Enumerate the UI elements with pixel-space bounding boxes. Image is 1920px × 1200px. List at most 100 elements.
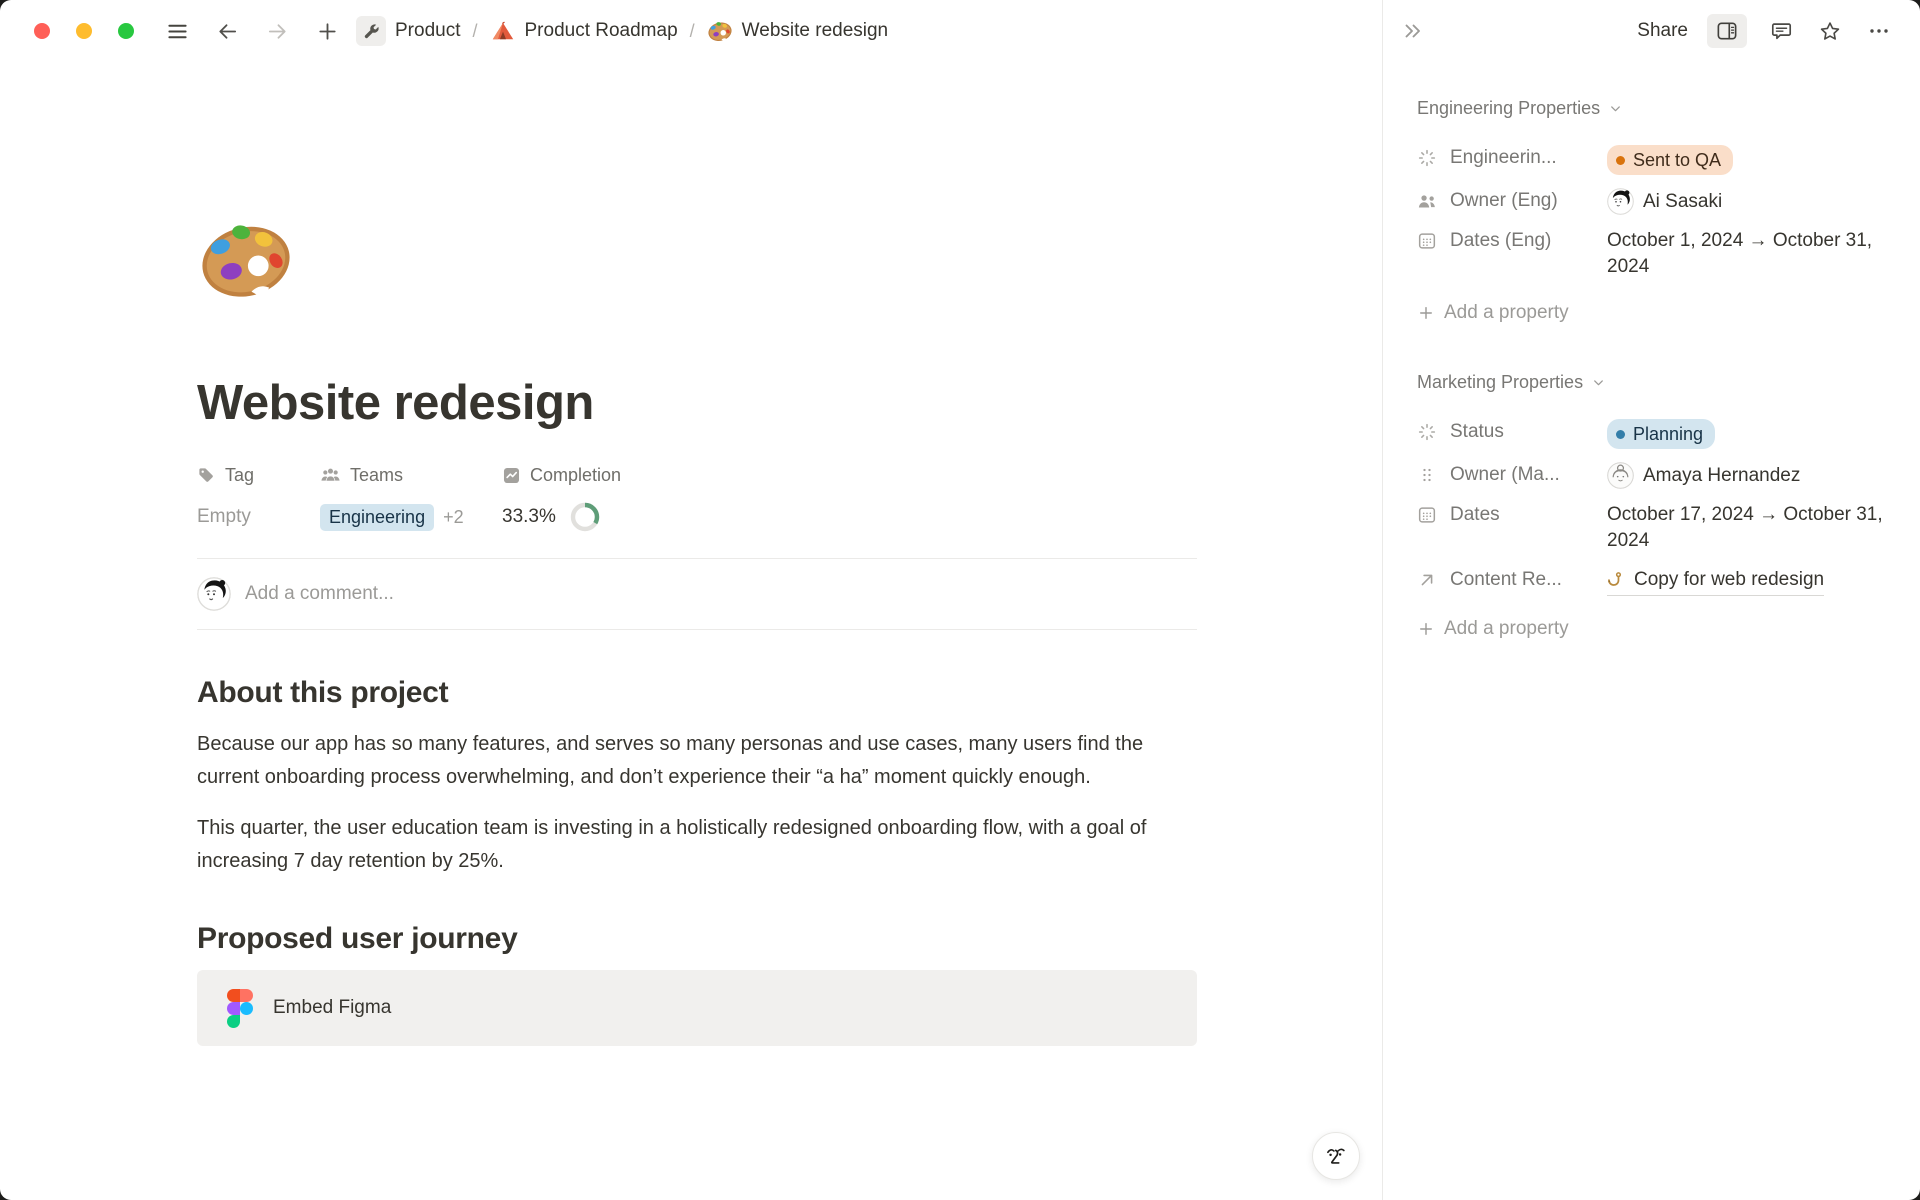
tag-property-value[interactable]: Empty bbox=[197, 502, 320, 532]
property-label: Dates (Eng) bbox=[1450, 228, 1598, 254]
more-options-icon[interactable] bbox=[1864, 14, 1894, 48]
calendar-icon bbox=[1417, 228, 1441, 254]
status-dot bbox=[1616, 430, 1625, 439]
embed-figma-label: Embed Figma bbox=[273, 997, 391, 1019]
people-icon bbox=[1417, 188, 1441, 214]
window-topbar: Product / Product Roadmap / Website rede… bbox=[0, 0, 1382, 62]
forward-arrow-icon[interactable] bbox=[264, 18, 290, 44]
marketing-properties-header[interactable]: Marketing Properties bbox=[1417, 372, 1892, 393]
main-column: Product / Product Roadmap / Website rede… bbox=[0, 0, 1382, 1200]
panel-body: Engineering Properties Engineerin... Sen… bbox=[1383, 62, 1920, 640]
calendar-icon bbox=[1417, 502, 1441, 528]
divider bbox=[197, 629, 1197, 630]
property-row-dates-eng[interactable]: Dates (Eng) October 1, 2024 → October 31… bbox=[1417, 215, 1892, 280]
collapse-panel-icon[interactable] bbox=[1401, 19, 1425, 43]
share-button[interactable]: Share bbox=[1637, 20, 1688, 42]
ai-sasaki-avatar bbox=[1607, 188, 1634, 215]
add-property-button[interactable]: Add a property bbox=[1417, 618, 1892, 640]
comment-bubble-icon bbox=[1770, 20, 1793, 42]
tag-property-label[interactable]: Tag bbox=[197, 465, 320, 486]
property-row-owner-eng[interactable]: Owner (Eng) Ai Sasaki bbox=[1417, 175, 1892, 215]
property-row-owner-marketing[interactable]: Owner (Ma... Amaya Hernandez bbox=[1417, 449, 1892, 489]
status-dot bbox=[1616, 156, 1625, 165]
breadcrumb-item-website-redesign[interactable]: Website redesign bbox=[707, 18, 888, 44]
close-window-button[interactable] bbox=[34, 23, 50, 39]
property-row-dates[interactable]: Dates October 17, 2024 → October 31, 202… bbox=[1417, 489, 1892, 554]
add-property-button[interactable]: Add a property bbox=[1417, 302, 1892, 324]
property-row-status[interactable]: Status Planning bbox=[1417, 393, 1892, 449]
date-range-value[interactable]: October 1, 2024 → October 31, 2024 bbox=[1607, 228, 1892, 280]
add-comment-row[interactable]: Add a comment... bbox=[197, 559, 1197, 629]
page-icon-palette[interactable] bbox=[197, 210, 295, 308]
favorite-star-icon[interactable] bbox=[1815, 14, 1845, 48]
property-label: Owner (Ma... bbox=[1450, 462, 1598, 488]
wrench-page-icon bbox=[356, 16, 386, 46]
completion-property-value[interactable]: 33.3% bbox=[502, 502, 1197, 532]
chevron-down-icon bbox=[1608, 101, 1623, 116]
figma-logo-icon bbox=[227, 989, 253, 1028]
breadcrumb-separator: / bbox=[469, 21, 480, 42]
property-label: Engineerin... bbox=[1450, 145, 1598, 171]
date-range-value[interactable]: October 17, 2024 → October 31, 2024 bbox=[1607, 502, 1892, 554]
relation-page-link[interactable]: Copy for web redesign bbox=[1607, 567, 1824, 596]
nav-controls bbox=[164, 18, 340, 44]
teams-icon bbox=[320, 466, 341, 485]
property-row-engineering-status[interactable]: Engineerin... Sent to QA bbox=[1417, 119, 1892, 175]
current-user-avatar bbox=[197, 577, 231, 611]
comment-input[interactable]: Add a comment... bbox=[245, 583, 394, 605]
completion-progress-ring bbox=[570, 502, 600, 532]
dots-grid-icon bbox=[1417, 462, 1441, 488]
completion-chart-icon bbox=[502, 466, 521, 485]
teams-property-label[interactable]: Teams bbox=[320, 465, 502, 486]
toggle-side-panel-button[interactable] bbox=[1707, 14, 1747, 48]
properties-panel: Share Engineering Properties bbox=[1382, 0, 1920, 1200]
new-page-plus-icon[interactable] bbox=[314, 18, 340, 44]
tent-page-icon bbox=[490, 18, 516, 44]
page-title[interactable]: Website redesign bbox=[197, 375, 1197, 431]
breadcrumb-label: Product Roadmap bbox=[525, 20, 678, 42]
arrow-up-right-icon bbox=[1417, 567, 1441, 593]
engineering-properties-header[interactable]: Engineering Properties bbox=[1417, 98, 1892, 119]
comments-button[interactable] bbox=[1766, 14, 1796, 48]
completion-property-label[interactable]: Completion bbox=[502, 465, 1197, 486]
embed-figma-block[interactable]: Embed Figma bbox=[197, 970, 1197, 1046]
side-panel-icon bbox=[1716, 21, 1738, 41]
sidebar-menu-icon[interactable] bbox=[164, 18, 190, 44]
panel-topbar: Share bbox=[1383, 0, 1920, 62]
page-content: Website redesign Tag Teams Completion bbox=[0, 62, 1382, 1200]
breadcrumb: Product / Product Roadmap / Website rede… bbox=[356, 16, 888, 46]
about-paragraph-2[interactable]: This quarter, the user education team is… bbox=[197, 812, 1197, 878]
back-arrow-icon[interactable] bbox=[214, 18, 240, 44]
plus-icon bbox=[1417, 304, 1435, 322]
person-value[interactable]: Ai Sasaki bbox=[1607, 188, 1722, 215]
status-badge[interactable]: Sent to QA bbox=[1607, 145, 1733, 175]
notion-ai-face-icon bbox=[1323, 1143, 1349, 1169]
property-label: Content Re... bbox=[1450, 567, 1598, 593]
journey-heading[interactable]: Proposed user journey bbox=[197, 922, 1197, 956]
tag-icon bbox=[197, 466, 216, 485]
status-icon bbox=[1417, 145, 1441, 171]
person-value[interactable]: Amaya Hernandez bbox=[1607, 462, 1800, 489]
breadcrumb-item-product-roadmap[interactable]: Product Roadmap bbox=[490, 18, 678, 44]
property-label: Status bbox=[1450, 419, 1598, 445]
notion-window: Product / Product Roadmap / Website rede… bbox=[0, 0, 1920, 1200]
property-row-content-relation[interactable]: Content Re... Copy for web redesign bbox=[1417, 554, 1892, 596]
breadcrumb-item-product[interactable]: Product bbox=[356, 16, 460, 46]
teams-overflow-count[interactable]: +2 bbox=[443, 507, 464, 528]
status-icon bbox=[1417, 419, 1441, 445]
status-badge[interactable]: Planning bbox=[1607, 419, 1715, 449]
notion-ai-button[interactable] bbox=[1312, 1132, 1360, 1180]
page-properties: Tag Teams Completion Empty Engineerin bbox=[197, 465, 1197, 532]
teams-property-value[interactable]: Engineering +2 bbox=[320, 502, 502, 532]
about-paragraph-1[interactable]: Because our app has so many features, an… bbox=[197, 728, 1197, 794]
minimize-window-button[interactable] bbox=[76, 23, 92, 39]
plus-icon bbox=[1417, 620, 1435, 638]
property-label: Owner (Eng) bbox=[1450, 188, 1598, 214]
traffic-lights bbox=[34, 23, 134, 39]
zoom-window-button[interactable] bbox=[118, 23, 134, 39]
amaya-hernandez-avatar bbox=[1607, 462, 1634, 489]
team-badge[interactable]: Engineering bbox=[320, 504, 434, 531]
property-label: Dates bbox=[1450, 502, 1598, 528]
about-heading[interactable]: About this project bbox=[197, 676, 1197, 710]
breadcrumb-label: Product bbox=[395, 20, 460, 42]
